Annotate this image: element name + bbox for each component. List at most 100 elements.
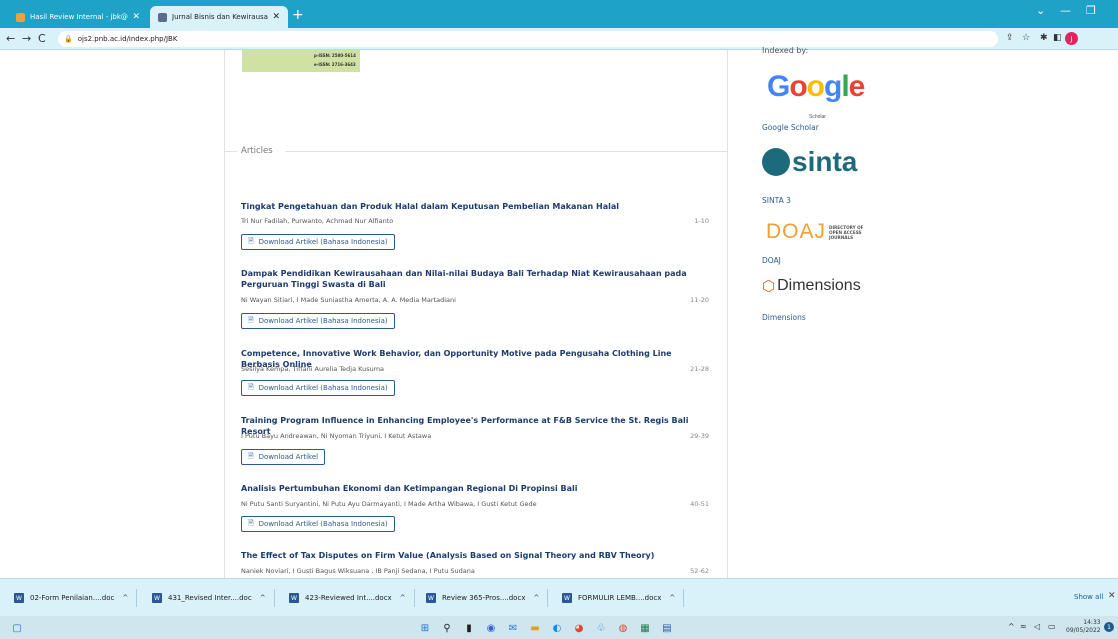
address-bar-row: ← → C 🔒 ojs2.pnb.ac.id/index.php/JBK ⇪ ☆… [0, 28, 1118, 50]
taskview-icon[interactable]: ▮ [462, 621, 476, 635]
tab-jurnal-bisnis[interactable]: Jurnal Bisnis dan Kewirausahaan ✕ [150, 6, 288, 28]
indexed-by-heading: Indexed by: [762, 46, 809, 55]
wifi-icon[interactable]: ≈ [1020, 622, 1027, 631]
article-pages: 40-51 [690, 500, 709, 508]
article-pages: 11-20 [690, 296, 709, 304]
notification-badge[interactable]: 1 [1104, 622, 1114, 632]
download-article-button[interactable]: 🗎 Download Artikel (Bahasa Indonesia) [241, 516, 395, 532]
volume-icon[interactable]: ◁ [1034, 622, 1040, 631]
file-explorer-icon[interactable]: ▬ [528, 621, 542, 635]
globe-icon [762, 148, 790, 176]
back-arrow-icon[interactable]: ← [6, 32, 15, 45]
tray-chevron-icon[interactable]: ^ [1008, 622, 1015, 631]
word-doc-icon: W [289, 593, 299, 603]
download-filename: 423-Reviewed Int....docx [305, 594, 392, 602]
system-clock[interactable]: 14:33 09/05/2022 [1066, 619, 1101, 635]
download-article-button[interactable]: 🗎 Download Artikel (Bahasa Indonesia) [241, 380, 395, 396]
chevron-up-icon[interactable]: ^ [400, 594, 406, 602]
google-scholar-logo[interactable]: Google Scholar [767, 70, 865, 120]
download-item[interactable]: W FORMULIR LEMB....docx ^ [562, 589, 685, 607]
search-icon[interactable]: ⚲ [440, 621, 454, 635]
reload-icon[interactable]: C [38, 32, 46, 45]
extensions-icon[interactable]: ✱ [1040, 33, 1048, 43]
journal-cover-image: p-ISSN: 2580-5614 e-ISSN: 2716-3643 [242, 50, 360, 72]
tab-search-icon[interactable]: ⌄ [1036, 4, 1045, 17]
restore-icon[interactable]: ❐ [1086, 4, 1096, 17]
dimensions-logo[interactable]: ⬡ Dimensions [762, 277, 861, 295]
article-title-link[interactable]: Tingkat Pengetahuan dan Produk Halal dal… [241, 201, 711, 212]
sinta-logo[interactable]: sinta [762, 145, 857, 179]
profile-avatar[interactable]: J [1065, 32, 1078, 45]
close-downloads-icon[interactable]: ✕ [1108, 591, 1116, 601]
word-icon[interactable]: ▤ [660, 621, 674, 635]
chrome-icon[interactable]: ◕ [572, 621, 586, 635]
chat-icon[interactable]: ◉ [484, 621, 498, 635]
download-article-button[interactable]: 🗎 Download Artikel (Bahasa Indonesia) [241, 313, 395, 329]
download-article-button[interactable]: 🗎 Download Artikel [241, 449, 326, 465]
article-authors: Ni Wayan Sitiari, I Made Suniastha Amert… [241, 296, 456, 304]
bookmark-star-icon[interactable]: ☆ [1022, 33, 1030, 43]
close-tab-icon[interactable]: ✕ [272, 12, 280, 22]
document-icon: 🗎 [248, 236, 254, 245]
section-divider-right [285, 151, 727, 152]
url-field[interactable]: 🔒 ojs2.pnb.ac.id/index.php/JBK [58, 31, 998, 47]
close-tab-icon[interactable]: ✕ [132, 12, 140, 22]
clock-date: 09/05/2022 [1066, 627, 1101, 634]
dimensions-label[interactable]: Dimensions [762, 313, 806, 322]
download-label: Download Artikel (Bahasa Indonesia) [258, 384, 388, 392]
tab-label: Hasil Review Internal - jbk@pnb.a [30, 13, 128, 21]
tab-hasil-review[interactable]: Hasil Review Internal - jbk@pnb.a ✕ [8, 6, 148, 28]
edge-icon[interactable]: ◐ [550, 621, 564, 635]
download-item[interactable]: W 431_Revised Inter....doc ^ [152, 589, 275, 607]
forward-arrow-icon[interactable]: → [22, 32, 31, 45]
task-view-icon[interactable]: ▢ [10, 621, 24, 635]
download-item[interactable]: W Review 365-Pros....docx ^ [426, 589, 549, 607]
article-authors: Sesilya Kempa, Tiffani Aurelia Tedja Kus… [241, 365, 385, 373]
dimensions-logo-text: Dimensions [777, 277, 861, 294]
windows-taskbar: ▢ ⊞ ⚲ ▮ ◉ ✉ ▬ ◐ ◕ ♧ ◍ ▦ ▤ ^ ≈ ◁ ▭ 14:33 … [0, 616, 1118, 639]
section-divider-left [225, 151, 237, 152]
battery-icon[interactable]: ▭ [1048, 622, 1056, 631]
firefox-icon[interactable]: ◍ [616, 621, 630, 635]
article-title-link[interactable]: Dampak Pendidikan Kewirausahaan dan Nila… [241, 268, 711, 290]
mail-icon[interactable]: ✉ [506, 621, 520, 635]
downloads-bar: W 02-Form Penilaian....doc ^ W 431_Revis… [0, 578, 1118, 616]
sidepanel-icon[interactable]: ◧ [1053, 33, 1062, 43]
issn-print: p-ISSN: 2580-5614 [314, 53, 356, 58]
article-authors: Naniek Noviari, I Gusti Bagus Wiksuana ,… [241, 567, 475, 575]
article-pages: 1-10 [694, 217, 709, 225]
new-tab-button[interactable]: + [292, 7, 304, 23]
article-title-link[interactable]: Analisis Pertumbuhan Ekonomi dan Ketimpa… [241, 483, 711, 494]
chevron-up-icon[interactable]: ^ [533, 594, 539, 602]
minimize-icon[interactable]: — [1060, 4, 1071, 17]
show-all-downloads-link[interactable]: Show all [1074, 593, 1103, 601]
doaj-logo[interactable]: DOAJ DIRECTORY OF OPEN ACCESS JOURNALS [766, 220, 869, 244]
word-doc-icon: W [14, 593, 24, 603]
chevron-up-icon[interactable]: ^ [669, 594, 675, 602]
document-icon: 🗎 [248, 315, 254, 324]
download-filename: 431_Revised Inter....doc [168, 594, 252, 602]
clock-time: 14:33 [1083, 619, 1101, 626]
word-doc-icon: W [562, 593, 572, 603]
article-title-link[interactable]: The Effect of Tax Disputes on Firm Value… [241, 550, 711, 561]
sinta-label[interactable]: SINTA 3 [762, 196, 791, 205]
indexing-sidebar: Indexed by: Google Scholar Google Schola… [762, 46, 1112, 578]
share-icon[interactable]: ⇪ [1006, 33, 1014, 43]
download-item[interactable]: W 423-Reviewed Int....docx ^ [289, 589, 415, 607]
download-article-button[interactable]: 🗎 Download Artikel (Bahasa Indonesia) [241, 234, 395, 250]
dimensions-icon: ⬡ [762, 278, 776, 295]
issn-online: e-ISSN: 2716-3643 [314, 62, 356, 67]
settings-icon[interactable]: ♧ [594, 621, 608, 635]
google-scholar-label[interactable]: Google Scholar [762, 123, 819, 132]
doaj-label[interactable]: DOAJ [762, 256, 781, 265]
chevron-up-icon[interactable]: ^ [122, 594, 128, 602]
start-windows-icon[interactable]: ⊞ [418, 621, 432, 635]
excel-icon[interactable]: ▦ [638, 621, 652, 635]
download-item[interactable]: W 02-Form Penilaian....doc ^ [14, 589, 138, 607]
download-label: Download Artikel (Bahasa Indonesia) [258, 238, 388, 246]
article-pages: 21-28 [690, 365, 709, 373]
download-filename: Review 365-Pros....docx [442, 594, 526, 602]
word-doc-icon: W [426, 593, 436, 603]
chevron-up-icon[interactable]: ^ [260, 594, 266, 602]
download-label: Download Artikel (Bahasa Indonesia) [258, 520, 388, 528]
